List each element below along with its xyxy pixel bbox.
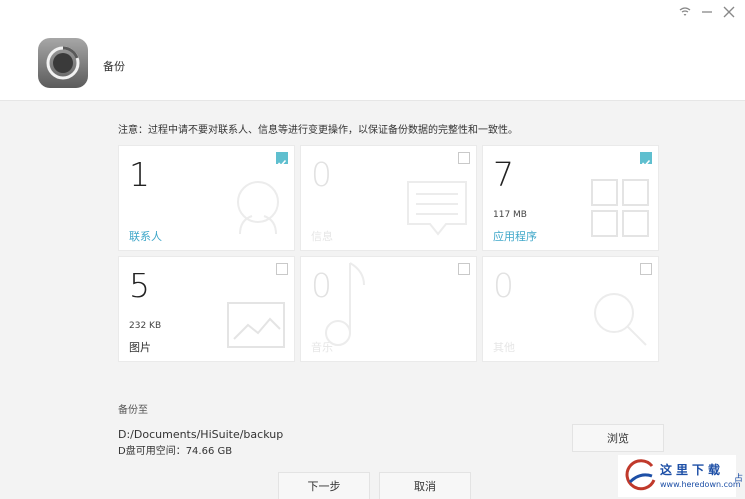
contact-icon — [230, 178, 286, 242]
destination-label: 备份至 — [118, 405, 148, 416]
category-label: 图片 — [129, 341, 151, 354]
category-checkbox[interactable] — [276, 152, 288, 167]
backup-window: 备份 注意：过程中请不要对联系人、信息等进行变更操作，以保证备份数据的完整性和一… — [0, 0, 745, 499]
next-button[interactable]: 下一步 — [278, 472, 370, 499]
category-checkbox[interactable] — [276, 263, 288, 275]
watermark-logo-icon — [625, 459, 656, 491]
category-card-music: 0 音乐 — [300, 256, 477, 362]
cancel-button[interactable]: 取消 — [379, 472, 471, 499]
category-card-other: 0 其他 — [482, 256, 659, 362]
category-card-pictures[interactable]: 5 232 KB 图片 — [118, 256, 295, 362]
free-space: D盘可用空间：74.66 GB — [118, 446, 233, 457]
category-count: 7 — [493, 155, 514, 194]
category-count: 1 — [129, 155, 150, 194]
category-size: 117 MB — [493, 210, 527, 220]
category-checkbox — [458, 263, 470, 275]
category-label: 应用程序 — [493, 230, 537, 243]
category-count: 5 — [129, 266, 150, 305]
category-checkbox — [458, 152, 470, 164]
picture-icon — [226, 301, 286, 353]
page-title: 备份 — [103, 60, 125, 73]
backup-notice: 注意：过程中请不要对联系人、信息等进行变更操作，以保证备份数据的完整性和一致性。 — [118, 125, 518, 136]
category-size: 232 KB — [129, 321, 162, 331]
category-card-apps[interactable]: 7 117 MB 应用程序 — [482, 145, 659, 251]
music-note-icon — [324, 259, 368, 353]
category-count: 0 — [493, 266, 514, 305]
category-card-contacts[interactable]: 1 联系人 — [118, 145, 295, 251]
search-icon — [590, 289, 650, 353]
category-checkbox — [640, 263, 652, 275]
watermark: 这里下载 www.heredown.com — [618, 455, 741, 497]
category-grid: 1 联系人 0 信息 7 117 MB 应用程序 5 232 KB 图片 0 音… — [118, 145, 659, 362]
window-controls — [677, 4, 737, 20]
browse-button[interactable]: 浏览 — [572, 424, 664, 452]
message-icon — [406, 180, 468, 242]
category-label: 联系人 — [129, 230, 162, 243]
category-label: 信息 — [311, 230, 333, 243]
close-icon[interactable] — [721, 4, 737, 20]
wifi-icon[interactable] — [677, 4, 693, 20]
minimize-icon[interactable] — [699, 4, 715, 20]
watermark-text: 这里下载 — [660, 463, 725, 477]
apps-grid-icon — [590, 178, 650, 242]
destination-path: D:/Documents/HiSuite/backup — [118, 428, 284, 441]
watermark-extra: 占 — [734, 474, 744, 484]
category-card-messages: 0 信息 — [300, 145, 477, 251]
watermark-url: www.heredown.com — [660, 480, 741, 489]
category-checkbox[interactable] — [640, 152, 652, 167]
category-label: 其他 — [493, 341, 515, 354]
category-count: 0 — [311, 155, 332, 194]
header-bar: 备份 — [0, 0, 745, 101]
backup-dial-icon — [38, 38, 88, 88]
